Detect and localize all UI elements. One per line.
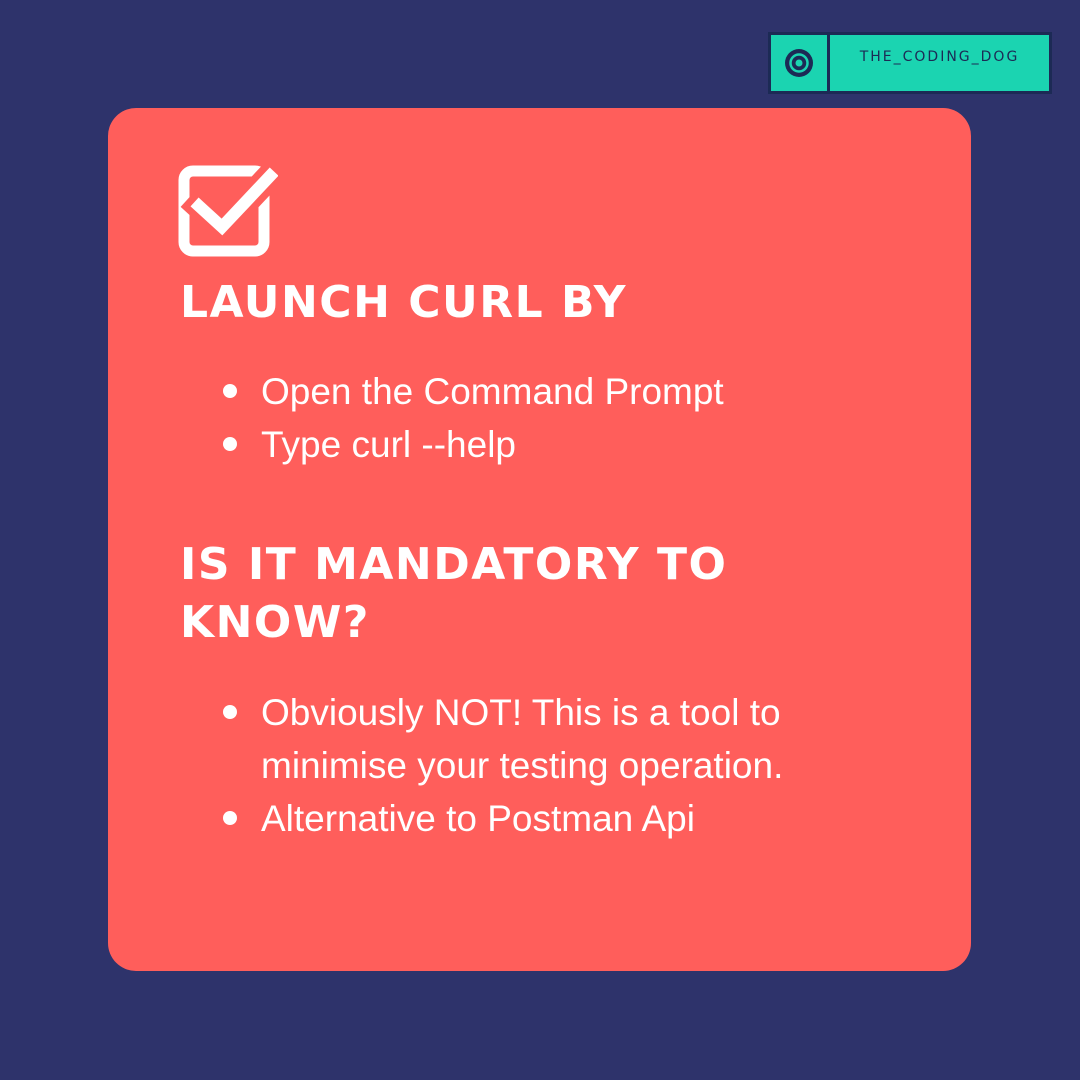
list-item-text: Type curl --help: [261, 424, 516, 465]
brand-name: THE_CODING_DOG: [859, 49, 1020, 65]
bullet-icon: [223, 384, 237, 398]
launch-steps-list: Open the Command Prompt Type curl --help: [218, 365, 818, 471]
bullet-icon: [223, 705, 237, 719]
brand-badge: THE_CODING_DOG: [768, 32, 1052, 94]
section-heading-launch: LAUNCH CURL BY: [180, 277, 627, 328]
target-icon: [785, 49, 813, 77]
list-item-text: Alternative to Postman Api: [261, 798, 695, 839]
list-item: Alternative to Postman Api: [218, 792, 818, 845]
list-item: Obviously NOT! This is a tool to minimis…: [218, 686, 818, 792]
list-item: Open the Command Prompt: [218, 365, 818, 418]
mandatory-answers-list: Obviously NOT! This is a tool to minimis…: [218, 686, 818, 845]
checkbox-checked-icon: [178, 163, 278, 257]
list-item-text: Obviously NOT! This is a tool to minimis…: [261, 692, 784, 786]
list-item-text: Open the Command Prompt: [261, 371, 724, 412]
bullet-icon: [223, 811, 237, 825]
section-heading-mandatory: IS IT MANDATORY TO KNOW?: [180, 539, 728, 648]
list-item: Type curl --help: [218, 418, 818, 471]
bullet-icon: [223, 437, 237, 451]
brand-icon-cell: [771, 35, 830, 91]
